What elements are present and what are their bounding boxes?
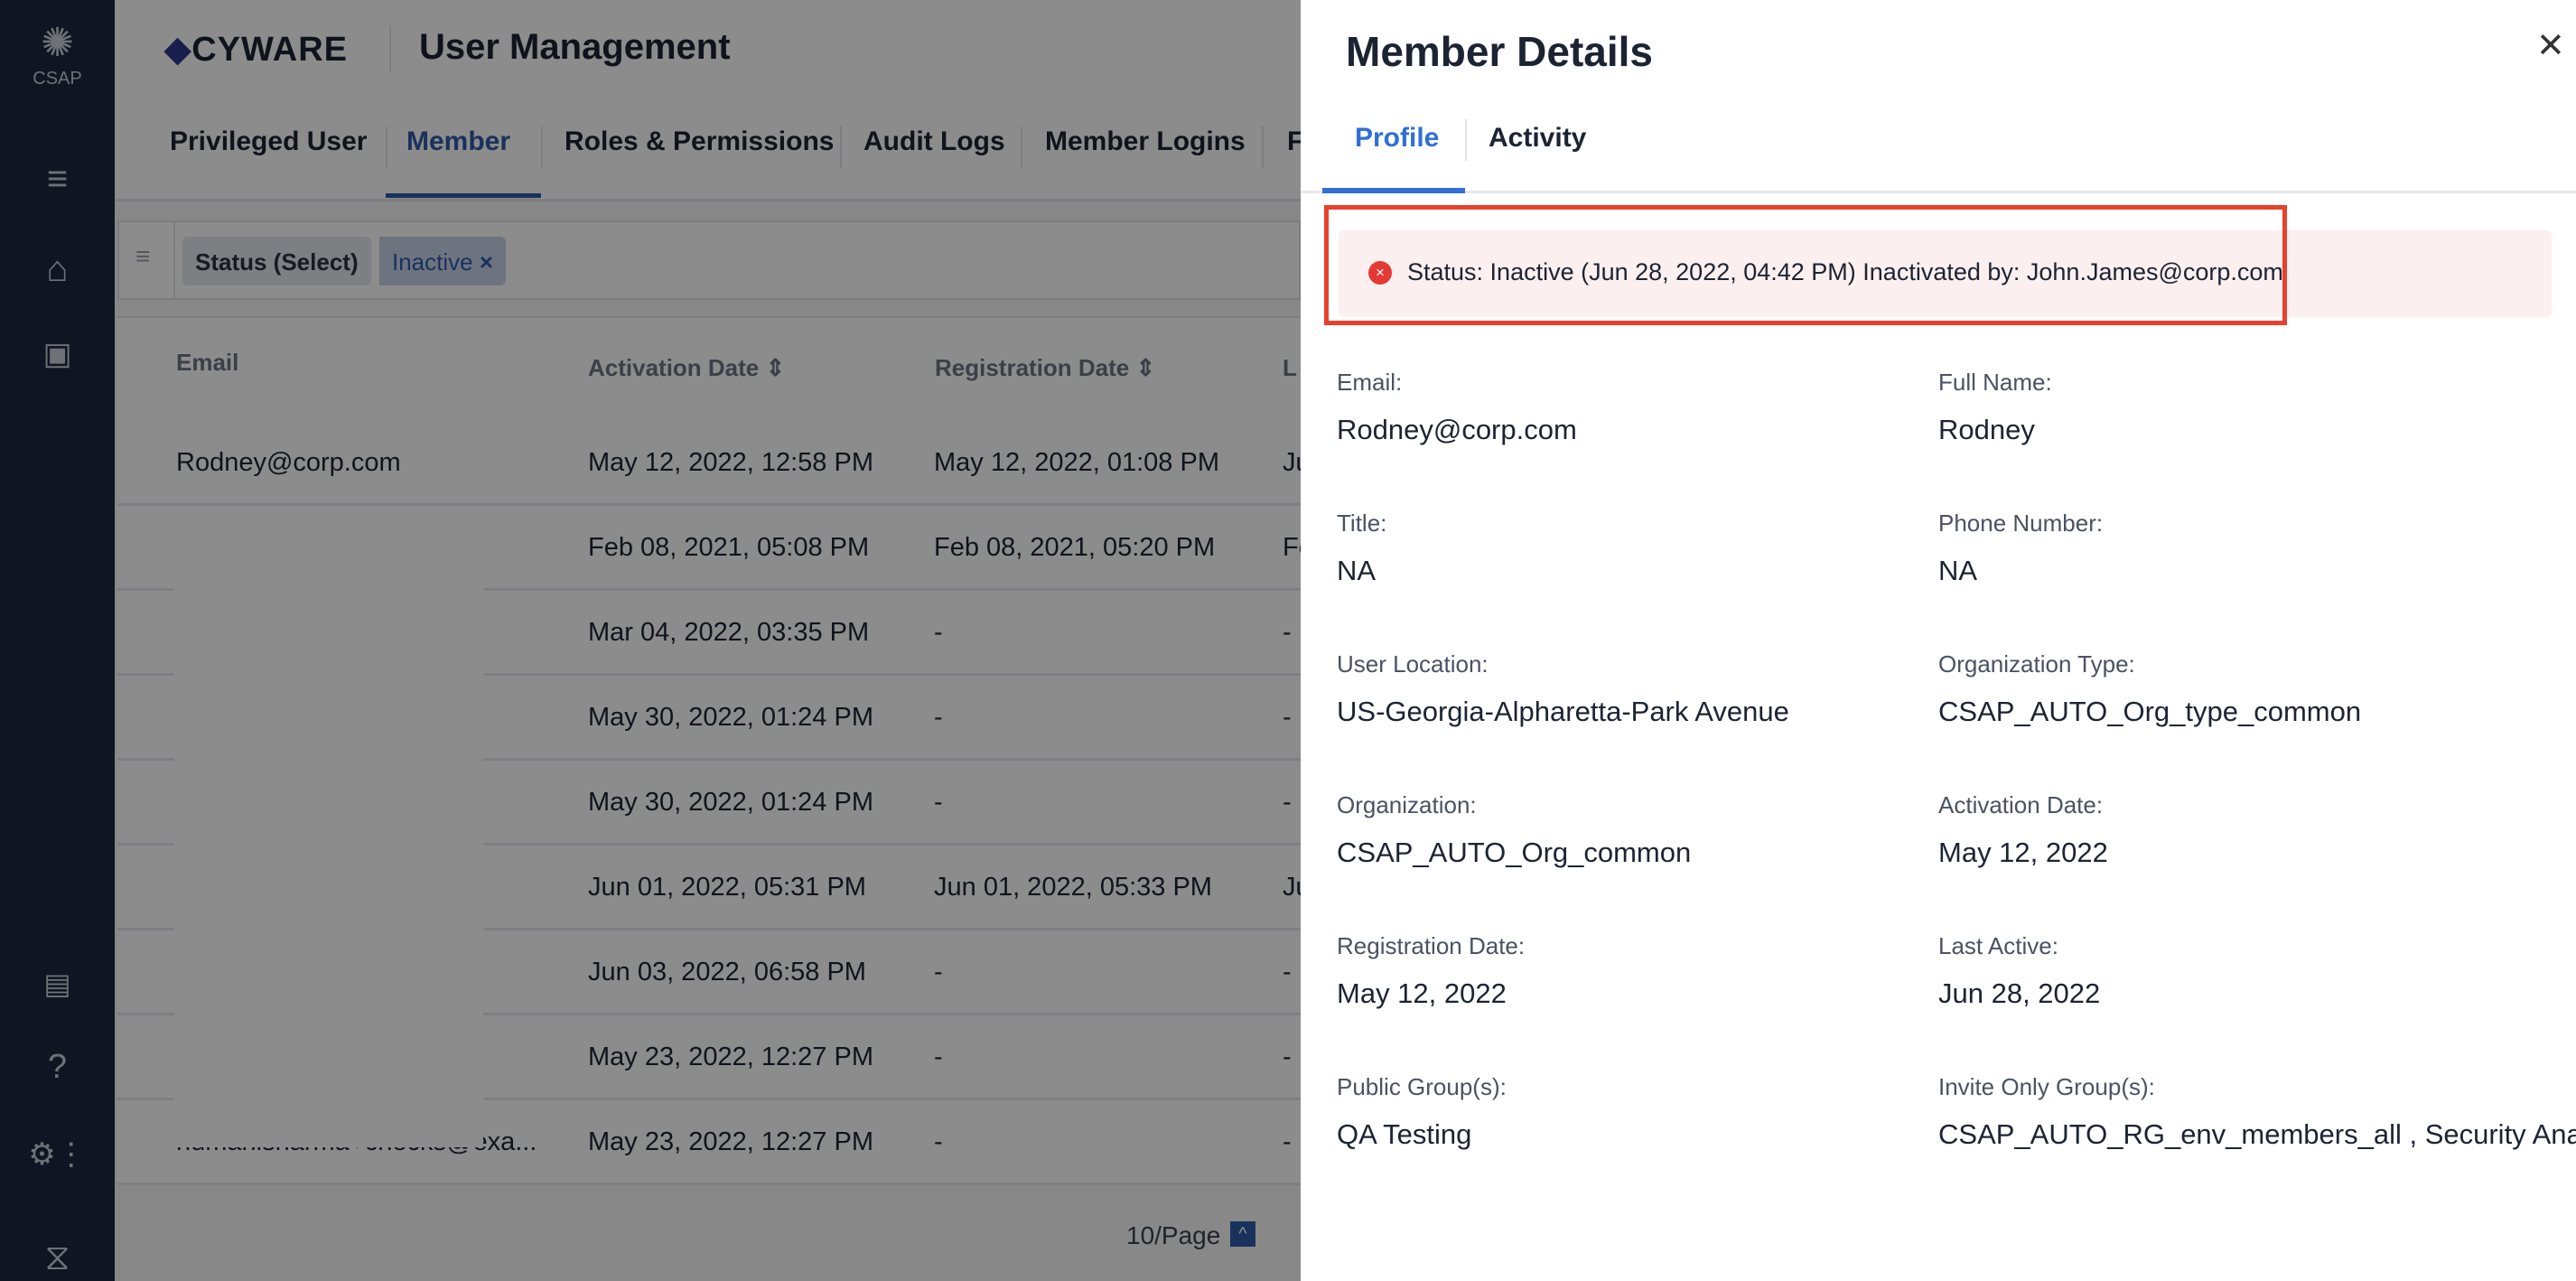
field-label: Organization: (1337, 791, 1477, 818)
field-value: Rodney@corp.com (1337, 414, 1577, 445)
tab-profile[interactable]: Profile (1355, 123, 1439, 154)
field-label: Activation Date: (1938, 791, 2104, 818)
field-value: CSAP_AUTO_Org_common (1337, 837, 1692, 868)
field-value: NA (1938, 555, 1978, 586)
active-tab-indicator (1322, 188, 1465, 193)
field-value: May 12, 2022 (1938, 837, 2108, 868)
field-value: Rodney (1938, 414, 2035, 445)
modal-overlay[interactable] (0, 0, 1301, 1281)
highlight-box (1324, 205, 2287, 325)
field-label: Title: (1337, 510, 1387, 537)
field-label: Public Group(s): (1337, 1073, 1507, 1100)
field-value: NA (1337, 555, 1377, 586)
field-label: Email: (1337, 369, 1403, 396)
close-icon[interactable]: ✕ (2536, 25, 2565, 66)
tab-activity[interactable]: Activity (1489, 123, 1586, 154)
field-label: Registration Date: (1337, 932, 1526, 959)
member-details-panel: Member Details ✕ Profile Activity × Stat… (1301, 0, 2576, 1281)
field-label: Organization Type: (1938, 650, 2135, 678)
field-value: CSAP_AUTO_Org_type_common (1938, 696, 2362, 727)
field-value: US-Georgia-Alpharetta-Park Avenue (1337, 696, 1789, 727)
field-label: Phone Number: (1938, 510, 2104, 537)
field-label: Full Name: (1938, 369, 2052, 396)
field-value: QA Testing (1337, 1118, 1472, 1150)
field-label: Invite Only Group(s): (1938, 1073, 2155, 1100)
field-value: CSAP_AUTO_RG_env_members_all , Security … (1938, 1118, 2576, 1150)
field-value: Jun 28, 2022 (1938, 977, 2101, 1009)
field-label: User Location: (1337, 650, 1489, 678)
field-value: May 12, 2022 (1337, 977, 1507, 1009)
field-label: Last Active: (1938, 932, 2058, 959)
panel-title: Member Details (1346, 28, 1654, 75)
